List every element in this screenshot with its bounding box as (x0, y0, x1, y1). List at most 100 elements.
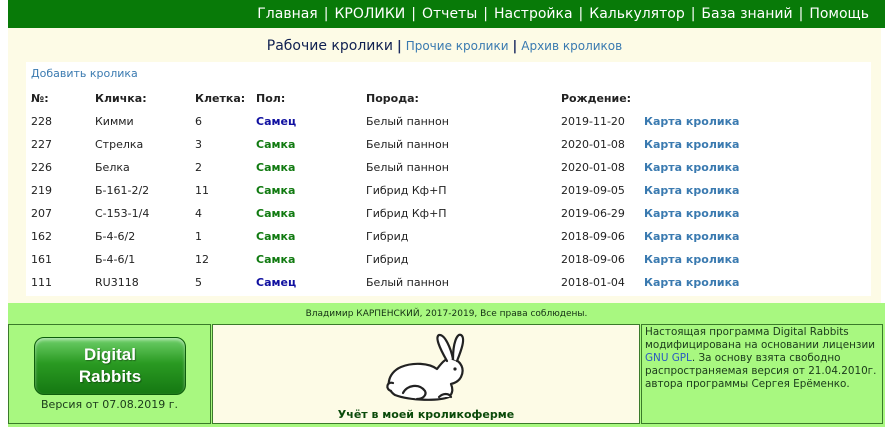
cell-number: 227 (31, 138, 52, 151)
add-rabbit-link[interactable]: Добавить кролика (31, 67, 138, 80)
cell-breed: Гибрид (366, 230, 409, 243)
footer: Владимир КАРПЕНСКИЙ, 2017-2019, Все прав… (8, 303, 885, 427)
rabbit-card-link[interactable]: Карта кролика (644, 276, 739, 289)
cell-breed: Гибрид Кф+П (366, 207, 447, 220)
cell-birth: 2018-01-04 (561, 276, 625, 289)
rabbit-card-link[interactable]: Карта кролика (644, 138, 739, 151)
table-row: 227 Стрелка 3 Самка Белый паннон 2020-01-08 Ка… (26, 138, 871, 158)
nav-item-4[interactable]: Калькулятор (589, 6, 684, 22)
nav-separator: | (798, 6, 804, 22)
gnu-gpl-link[interactable]: GNU GPL (645, 352, 692, 364)
cell-name: Кимми (95, 115, 134, 128)
cell-birth: 2020-01-08 (561, 161, 625, 174)
cell-number: 226 (31, 161, 52, 174)
cell-cage: 4 (195, 207, 202, 220)
cell-sex: Самка (256, 253, 296, 266)
footer-logo-cell: Digital Rabbits Версия от 07.08.2019 г. (8, 324, 211, 424)
cell-name: Стрелка (95, 138, 144, 151)
rabbit-icon (386, 333, 465, 401)
cell-birth: 2019-09-05 (561, 184, 625, 197)
tab-separator: | (396, 39, 402, 54)
copyright: Владимир КАРПЕНСКИЙ, 2017-2019, Все прав… (305, 309, 588, 319)
nav-item-6[interactable]: Помощь (809, 6, 869, 22)
cell-number: 207 (31, 207, 52, 220)
cell-cage: 6 (195, 115, 202, 128)
cell-breed: Белый паннон (366, 138, 449, 151)
table-row: 161 Б-4-6/1 12 Самка Гибрид 2018-09-06 Карта к… (26, 253, 871, 273)
tab-separator: | (512, 39, 518, 54)
main-area: Рабочие кролики | Прочие кролики | Архив кро… (8, 28, 881, 303)
header-sex: Пол: (256, 92, 286, 105)
cell-breed: Гибрид Кф+П (366, 184, 447, 197)
cell-name: Б-4-6/1 (95, 253, 136, 266)
cell-sex: Самка (256, 161, 296, 174)
table-row: 228 Кимми 6 Самец Белый паннон 2019-11-20 Карт… (26, 115, 871, 135)
nav-item-5[interactable]: База знаний (701, 6, 792, 22)
cell-sex: Самка (256, 207, 296, 220)
cell-number: 111 (31, 276, 52, 289)
header-breed: Порода: (366, 92, 419, 105)
header-number: №: (31, 92, 49, 105)
logo-text-line1: Digital (84, 345, 136, 364)
tab-rabbit-archive[interactable]: Архив кроликов (521, 39, 622, 53)
cell-breed: Гибрид (366, 253, 409, 266)
cell-number: 228 (31, 115, 52, 128)
tab-working-rabbits[interactable]: Рабочие кролики (267, 38, 393, 54)
tagline: Учёт в моей кроликоферме (337, 408, 515, 421)
cell-name: Б-4-6/2 (95, 230, 136, 243)
logo-text-line2: Rabbits (78, 367, 142, 386)
cell-cage: 1 (195, 230, 202, 243)
cell-name: Белка (95, 161, 130, 174)
cell-sex: Самка (256, 184, 296, 197)
nav-separator: | (690, 6, 696, 22)
cell-sex: Самец (256, 115, 297, 128)
subtabs: Рабочие кролики | Прочие кролики | Архив кро… (8, 38, 881, 54)
cell-cage: 3 (195, 138, 202, 151)
nav-separator: | (578, 6, 584, 22)
cell-name: С-153-1/4 (95, 207, 150, 220)
rabbit-card-link[interactable]: Карта кролика (644, 161, 739, 174)
rabbit-card-link[interactable]: Карта кролика (644, 207, 739, 220)
cell-number: 162 (31, 230, 52, 243)
nav-item-0[interactable]: Главная (257, 6, 317, 22)
cell-birth: 2018-09-06 (561, 230, 625, 243)
cell-birth: 2019-06-29 (561, 207, 625, 220)
nav-item-3[interactable]: Настройка (494, 6, 573, 22)
header-birth: Рождение: (561, 92, 632, 105)
cell-cage: 11 (195, 184, 209, 197)
rabbit-card-link[interactable]: Карта кролика (644, 230, 739, 243)
top-nav: Главная | КРОЛИКИ | Отчеты | Настройка | Калькул… (8, 0, 885, 28)
cell-birth: 2020-01-08 (561, 138, 625, 151)
cell-cage: 2 (195, 161, 202, 174)
cell-number: 219 (31, 184, 52, 197)
rabbit-card-link[interactable]: Карта кролика (644, 253, 739, 266)
license-text: Настоящая программа Digital Rabbits моди… (645, 326, 875, 351)
cell-number: 161 (31, 253, 52, 266)
table-row: 207 С-153-1/4 4 Самка Гибрид Кф+П 2019-06-29 К… (26, 207, 871, 227)
table-row: 111 RU3118 5 Самец Белый паннон 2018-01-04 Кар… (26, 276, 871, 296)
cell-name: RU3118 (95, 276, 139, 289)
page: Главная | КРОЛИКИ | Отчеты | Настройка | Калькул… (0, 0, 885, 427)
rabbit-card-link[interactable]: Карта кролика (644, 184, 739, 197)
table-row: 226 Белка 2 Самка Белый паннон 2020-01-08 Карт… (26, 161, 871, 181)
version-text: Версия от 07.08.2019 г. (41, 398, 178, 411)
nav-item-1[interactable]: КРОЛИКИ (334, 6, 405, 22)
cell-cage: 5 (195, 276, 202, 289)
rabbit-card-link[interactable]: Карта кролика (644, 115, 739, 128)
digital-rabbits-logo[interactable]: Digital Rabbits (34, 337, 186, 395)
cell-breed: Белый паннон (366, 276, 449, 289)
cell-sex: Самец (256, 276, 297, 289)
nav-separator: | (323, 6, 329, 22)
nav-item-2[interactable]: Отчеты (422, 6, 477, 22)
header-cage: Клетка: (195, 92, 246, 105)
cell-breed: Белый паннон (366, 115, 449, 128)
table-row: 219 Б-161-2/2 11 Самка Гибрид Кф+П 2019-09-05… (26, 184, 871, 204)
nav-separator: | (483, 6, 488, 22)
rabbit-list: Добавить кролика №: Кличка: Клетка: Пол:… (26, 62, 871, 296)
table-row: 162 Б-4-6/2 1 Самка Гибрид 2018-09-06 Карта кр… (26, 230, 871, 250)
footer-tagline-cell: Учёт в моей кроликоферме (212, 324, 640, 424)
cell-breed: Белый паннон (366, 161, 449, 174)
cell-name: Б-161-2/2 (95, 184, 150, 197)
cell-sex: Самка (256, 230, 296, 243)
tab-other-rabbits[interactable]: Прочие кролики (406, 39, 509, 53)
